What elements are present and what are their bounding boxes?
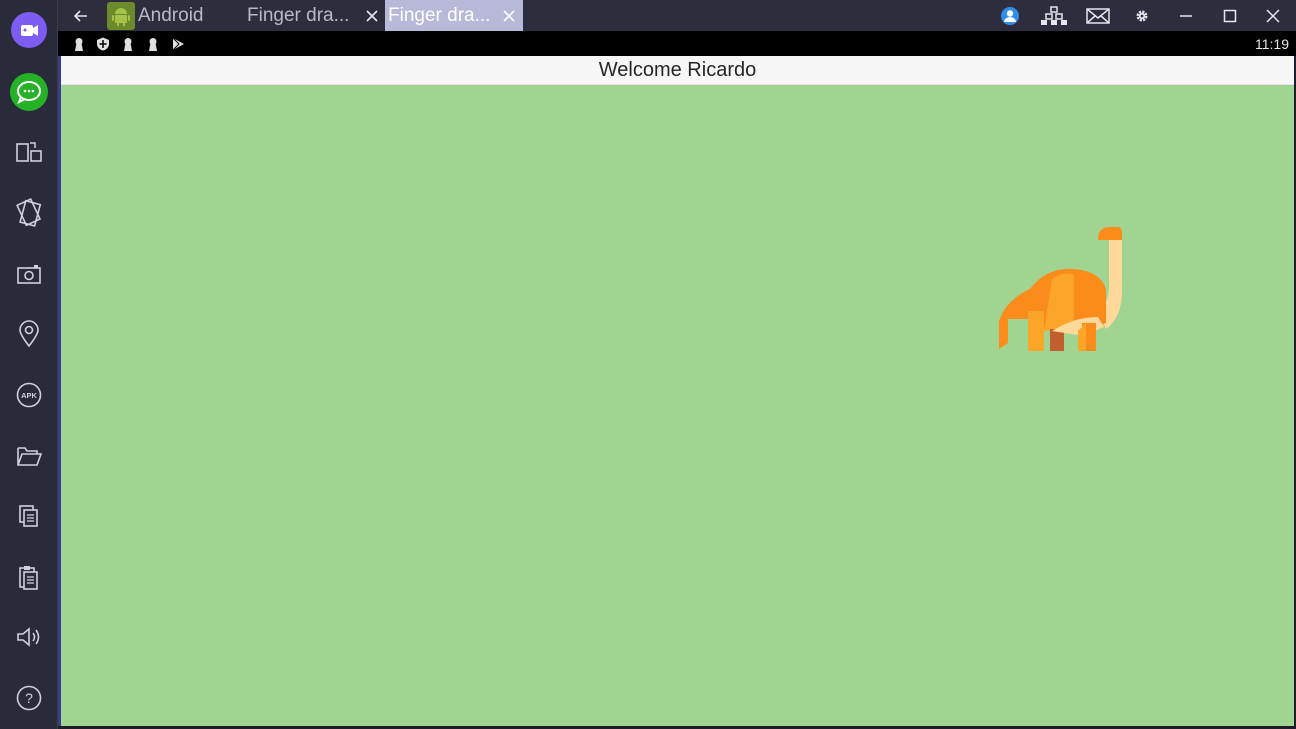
help-button[interactable]: ? <box>0 676 58 720</box>
emulator-window: APK ? Android Finger dra... Finger dra..… <box>0 0 1296 729</box>
play-store-icon <box>172 37 184 51</box>
maximize-icon <box>1223 9 1237 22</box>
multi-instance-button[interactable] <box>1039 0 1069 31</box>
maximize-button[interactable] <box>1215 0 1245 31</box>
back-button[interactable] <box>68 0 94 31</box>
tab-label: Finger dra... <box>388 4 491 26</box>
shield-icon <box>97 37 109 51</box>
tab-label: Finger dra... <box>247 4 350 26</box>
app-screen: Welcome Ricardo <box>58 56 1294 726</box>
camera-button[interactable] <box>0 252 58 296</box>
clipboard-icon <box>19 566 38 590</box>
keyhole-icon <box>149 38 157 51</box>
screen-rotate-button[interactable] <box>0 130 58 174</box>
arrow-left-icon <box>74 9 87 22</box>
account-icon <box>1001 6 1019 25</box>
copy-icon <box>19 505 38 527</box>
android-status-bar: 11:19 <box>58 31 1296 56</box>
volume-icon <box>17 627 40 647</box>
camera-icon <box>17 265 41 284</box>
location-icon <box>19 320 39 348</box>
chat-button[interactable] <box>0 70 58 114</box>
volume-button[interactable] <box>0 615 58 659</box>
help-icon: ? <box>16 685 42 711</box>
clipboard-button[interactable] <box>0 555 58 599</box>
tab-close-button[interactable] <box>499 0 519 31</box>
tab-close-button[interactable] <box>359 0 385 31</box>
tab-label: Android <box>138 4 204 26</box>
video-call-button[interactable] <box>0 8 58 52</box>
apk-icon: APK <box>16 382 42 408</box>
keyhole-icon <box>75 38 83 51</box>
mail-icon <box>1086 7 1110 24</box>
video-call-icon <box>11 12 47 48</box>
screen-rotate-icon <box>16 142 42 162</box>
folder-button[interactable] <box>0 434 58 478</box>
page-title: Welcome Ricardo <box>598 58 757 81</box>
apk-install-button[interactable]: APK <box>0 373 58 417</box>
close-window-button[interactable] <box>1258 0 1288 31</box>
minimize-button[interactable] <box>1171 0 1201 31</box>
account-button[interactable] <box>995 0 1025 31</box>
shake-button[interactable] <box>0 190 58 234</box>
multi-instance-icon <box>1041 5 1067 25</box>
close-icon <box>1266 8 1280 23</box>
gear-icon <box>1136 9 1148 22</box>
android-icon <box>107 1 135 30</box>
settings-button[interactable] <box>1127 0 1157 31</box>
help-label: ? <box>25 690 33 706</box>
apk-label: APK <box>21 391 37 400</box>
welcome-header: Welcome Ricardo <box>61 56 1294 85</box>
close-icon <box>366 9 378 22</box>
left-sidebar: APK ? <box>0 0 58 729</box>
close-icon <box>503 9 515 22</box>
copy-button[interactable] <box>0 494 58 538</box>
title-bar: Android Finger dra... Finger dra... <box>58 0 1296 31</box>
dinosaur-icon[interactable] <box>994 227 1122 353</box>
minimize-icon <box>1180 14 1192 17</box>
status-clock: 11:19 <box>1255 36 1289 52</box>
mail-button[interactable] <box>1083 0 1113 31</box>
folder-icon <box>17 447 43 466</box>
shake-icon <box>16 198 42 227</box>
location-button[interactable] <box>0 312 58 356</box>
chat-icon <box>10 73 48 111</box>
tab-android[interactable]: Android <box>106 0 241 31</box>
keyhole-icon <box>124 38 132 51</box>
tab-finger-drawing-2[interactable]: Finger dra... <box>385 0 523 31</box>
